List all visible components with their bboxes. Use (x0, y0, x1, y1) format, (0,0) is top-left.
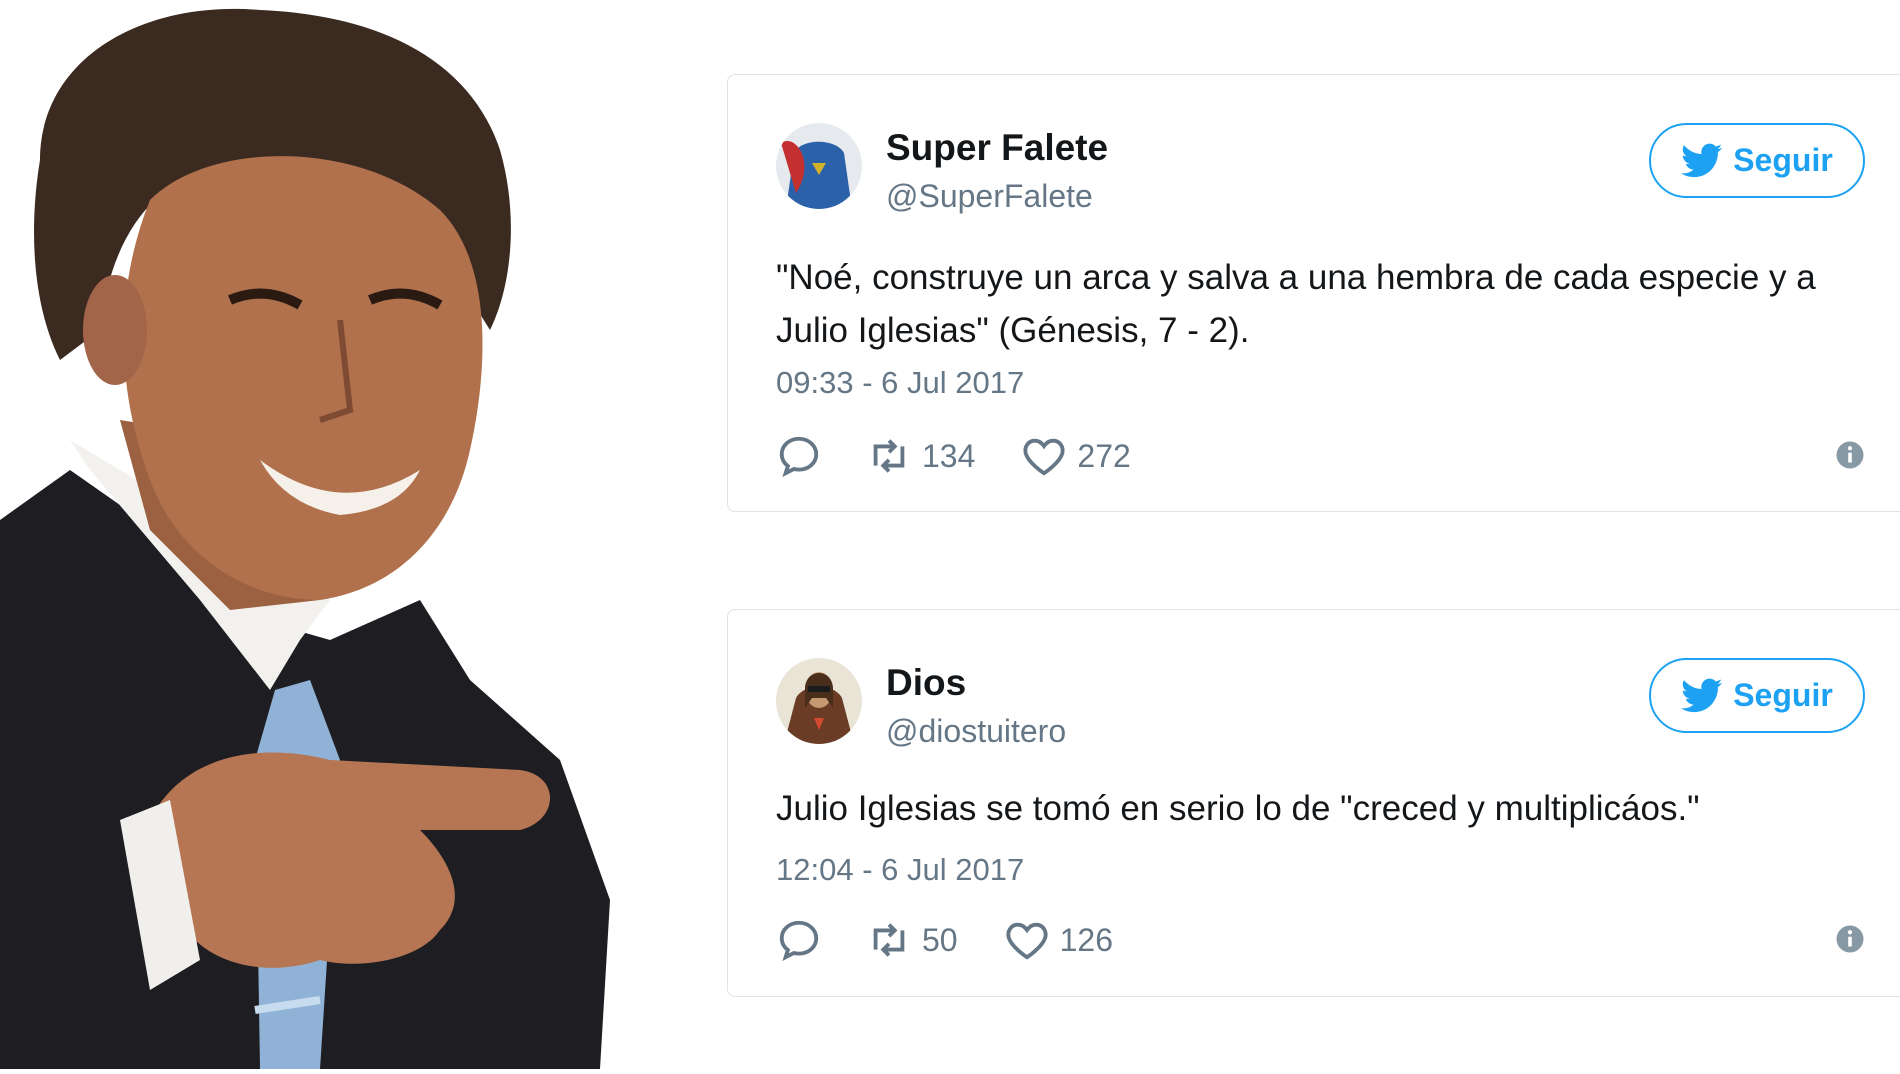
tweet-text: "Noé, construye un arca y salva a una he… (776, 258, 1816, 350)
like-count: 272 (1077, 437, 1131, 474)
tweet-card: Super Falete @SuperFalete Seguir "Noé, c… (727, 74, 1900, 512)
tweet-text: Julio Iglesias se tomó en serio lo de "c… (776, 789, 1700, 828)
retweet-icon (873, 923, 905, 957)
reply-button[interactable] (776, 917, 822, 963)
tweet-actions: 134 272 (776, 431, 1131, 481)
follow-label: Seguir (1733, 677, 1833, 713)
follow-label: Seguir (1733, 142, 1833, 178)
follow-button[interactable]: Seguir (1649, 658, 1865, 733)
user-handle[interactable]: @diostuitero (886, 713, 1066, 750)
reply-button[interactable] (776, 433, 822, 479)
twitter-bird-icon (1681, 143, 1723, 177)
retweet-count: 134 (922, 437, 976, 474)
tweet-timestamp[interactable]: 12:04 - 6 Jul 2017 (776, 852, 1024, 888)
tweet-timestamp[interactable]: 09:33 - 6 Jul 2017 (776, 365, 1024, 401)
info-icon[interactable] (1835, 924, 1865, 954)
reply-icon (779, 920, 819, 962)
like-button[interactable]: 126 (1004, 917, 1113, 963)
display-name[interactable]: Dios (886, 662, 966, 704)
user-handle[interactable]: @SuperFalete (886, 178, 1093, 215)
display-name[interactable]: Super Falete (886, 127, 1108, 169)
retweet-icon (873, 439, 905, 473)
retweet-button[interactable]: 134 (866, 433, 975, 479)
pointing-man-photo (0, 0, 720, 1069)
avatar[interactable] (776, 123, 862, 209)
like-count: 126 (1059, 921, 1113, 958)
retweet-button[interactable]: 50 (866, 917, 958, 963)
heart-icon (1006, 922, 1048, 960)
tweet-actions: 50 126 (776, 915, 1113, 965)
info-icon[interactable] (1835, 440, 1865, 470)
tweet-card: Dios @diostuitero Seguir Julio Iglesias … (727, 609, 1900, 997)
heart-icon (1023, 438, 1065, 476)
avatar[interactable] (776, 658, 862, 744)
follow-button[interactable]: Seguir (1649, 123, 1865, 198)
retweet-count: 50 (922, 921, 958, 958)
like-button[interactable]: 272 (1021, 433, 1131, 479)
twitter-bird-icon (1681, 678, 1723, 712)
reply-icon (779, 436, 819, 478)
